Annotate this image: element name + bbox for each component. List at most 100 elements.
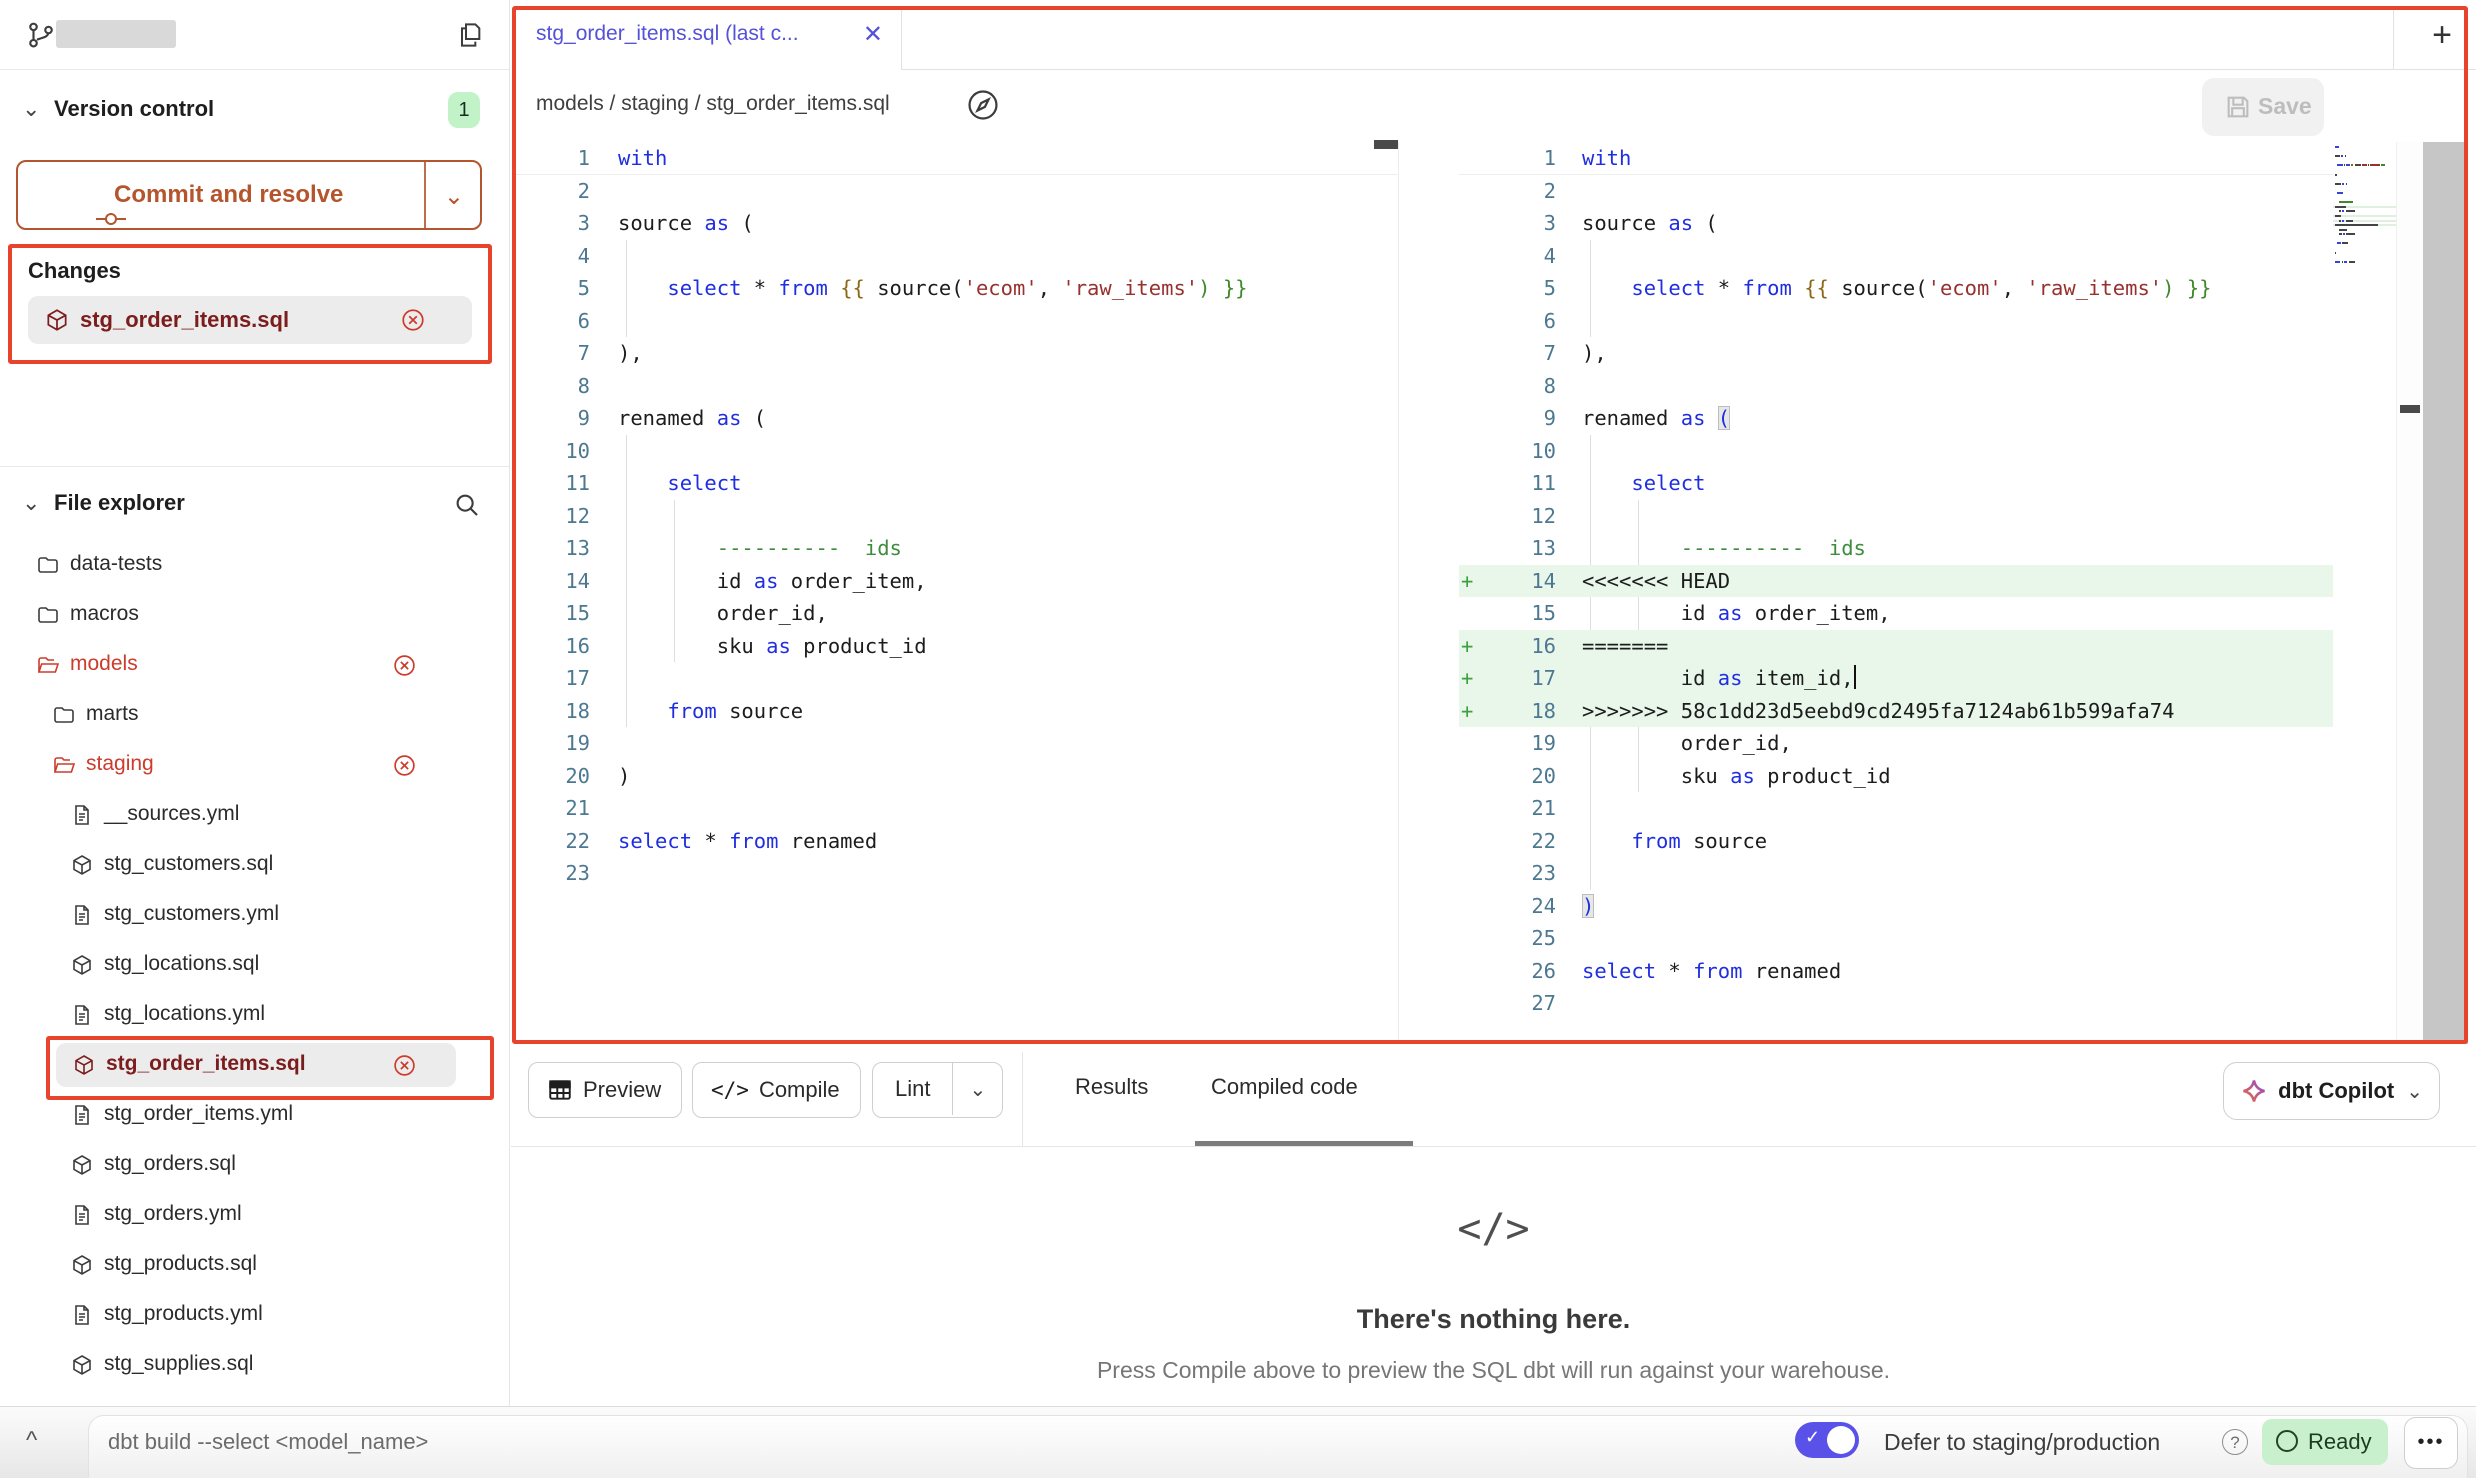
code-line[interactable]: 10 (512, 435, 1398, 468)
file-item--sources-yml[interactable]: __sources.yml (0, 790, 510, 840)
tab-stg-order-items[interactable]: stg_order_items.sql (last c... ✕ (512, 6, 902, 70)
left-pane-scrollbar-thumb[interactable] (1374, 140, 1398, 149)
chevron-down-icon[interactable]: ⌄ (444, 182, 464, 211)
file-item-stg-products-yml[interactable]: stg_products.yml (0, 1290, 510, 1340)
help-icon[interactable]: ? (2222, 1429, 2248, 1455)
code-line[interactable]: 6 (512, 305, 1398, 338)
code-line[interactable]: 17 (512, 662, 1398, 695)
code-line[interactable]: 22select * from renamed (512, 825, 1398, 858)
commit-and-resolve-button[interactable]: Commit and resolve ⌄ (16, 160, 482, 230)
code-line[interactable]: 19 order_id, (1459, 727, 2333, 760)
dbt-copilot-button[interactable]: dbt Copilot⌄ (2223, 1062, 2440, 1120)
changes-item-stg-order-items[interactable]: stg_order_items.sql (28, 296, 472, 344)
code-line[interactable]: 13 ---------- ids (1459, 532, 2333, 565)
code-line[interactable]: 21 (1459, 792, 2333, 825)
code-line[interactable]: 2 (512, 175, 1398, 208)
save-button[interactable]: Save (2202, 78, 2324, 136)
file-item-stg-orders-sql[interactable]: stg_orders.sql (0, 1140, 510, 1190)
code-line[interactable]: +14<<<<<<< HEAD (1459, 565, 2333, 598)
code-line[interactable]: 18 from source (512, 695, 1398, 728)
code-line[interactable]: 4 (1459, 240, 2333, 273)
diff-pane-right[interactable]: 1with23source as (45 select * from {{ so… (1459, 142, 2333, 1020)
code-line[interactable]: 15 order_id, (512, 597, 1398, 630)
tab-compiled-code[interactable]: Compiled code (1211, 1074, 1358, 1100)
code-line[interactable]: 2 (1459, 175, 2333, 208)
code-line[interactable]: +17 id as item_id, (1459, 662, 2333, 695)
discard-change-icon[interactable] (400, 307, 426, 333)
code-line[interactable]: 23 (1459, 857, 2333, 890)
code-line[interactable]: 16 sku as product_id (512, 630, 1398, 663)
code-line[interactable]: 21 (512, 792, 1398, 825)
file-item-stg-products-sql[interactable]: stg_products.sql (0, 1240, 510, 1290)
code-line[interactable]: 20 sku as product_id (1459, 760, 2333, 793)
file-explorer-header[interactable]: ⌄ File explorer (0, 482, 510, 530)
compile-button[interactable]: </>Compile (692, 1062, 861, 1118)
code-line[interactable]: 3source as ( (512, 207, 1398, 240)
preview-button[interactable]: Preview (528, 1062, 682, 1118)
file-item-stg-order-items-yml[interactable]: stg_order_items.yml (0, 1090, 510, 1140)
command-input[interactable]: dbt build --select <model_name> (108, 1429, 428, 1455)
code-line[interactable]: 10 (1459, 435, 2333, 468)
close-icon[interactable]: ✕ (863, 20, 883, 49)
diff-pane-left[interactable]: 1with23source as (45 select * from {{ so… (512, 142, 1398, 890)
file-item-stg-locations-yml[interactable]: stg_locations.yml (0, 990, 510, 1040)
file-item-macros[interactable]: macros (0, 590, 510, 640)
code-line[interactable]: 5 select * from {{ source('ecom', 'raw_i… (1459, 272, 2333, 305)
version-control-header[interactable]: ⌄ Version control (0, 86, 510, 134)
file-item-stg-customers-yml[interactable]: stg_customers.yml (0, 890, 510, 940)
lineage-compass-icon[interactable] (964, 86, 1002, 124)
code-line[interactable]: 25 (1459, 922, 2333, 955)
chevron-down-icon[interactable]: ⌄ (953, 1065, 1002, 1115)
code-line[interactable]: 11 select (1459, 467, 2333, 500)
defer-toggle[interactable]: ✓ (1795, 1422, 1859, 1458)
expand-panel-icon[interactable]: ^ (26, 1427, 37, 1455)
file-item-models[interactable]: models (0, 640, 510, 690)
code-line[interactable]: 8 (1459, 370, 2333, 403)
discard-change-icon[interactable] (392, 653, 417, 678)
code-line[interactable]: 12 (512, 500, 1398, 533)
editor-scrollbar[interactable] (2423, 142, 2468, 1044)
new-tab-button[interactable]: + (2432, 16, 2452, 55)
lint-button[interactable]: Lint (873, 1063, 952, 1115)
discard-change-icon[interactable] (392, 753, 417, 778)
code-line[interactable]: 15 id as order_item, (1459, 597, 2333, 630)
code-line[interactable]: 27 (1459, 987, 2333, 1020)
code-line[interactable]: 7), (1459, 337, 2333, 370)
code-line[interactable]: 1with (512, 142, 1398, 175)
file-item-stg-supplies-sql[interactable]: stg_supplies.sql (0, 1340, 510, 1390)
search-icon[interactable] (452, 490, 482, 520)
minimap[interactable] (2333, 146, 2396, 270)
file-item-stg-order-items-sql[interactable]: stg_order_items.sql (0, 1040, 510, 1090)
code-line[interactable]: 19 (512, 727, 1398, 760)
file-item-stg-locations-sql[interactable]: stg_locations.sql (0, 940, 510, 990)
code-line[interactable]: 9renamed as ( (1459, 402, 2333, 435)
more-options-button[interactable]: ••• (2404, 1417, 2458, 1469)
code-line[interactable]: 4 (512, 240, 1398, 273)
code-line[interactable]: 3source as ( (1459, 207, 2333, 240)
code-line[interactable]: +16======= (1459, 630, 2333, 663)
copy-icon[interactable] (454, 19, 486, 51)
file-item-stg-customers-sql[interactable]: stg_customers.sql (0, 840, 510, 890)
tab-results[interactable]: Results (1075, 1074, 1148, 1100)
code-line[interactable]: 8 (512, 370, 1398, 403)
code-line[interactable]: 1with (1459, 142, 2333, 175)
discard-change-icon[interactable] (392, 1053, 417, 1078)
status-badge[interactable]: Ready (2262, 1419, 2388, 1465)
code-line[interactable]: +18>>>>>>> 58c1dd23d5eebd9cd2495fa7124ab… (1459, 695, 2333, 728)
code-line[interactable]: 11 select (512, 467, 1398, 500)
code-line[interactable]: 24) (1459, 890, 2333, 923)
code-line[interactable]: 20) (512, 760, 1398, 793)
code-line[interactable]: 14 id as order_item, (512, 565, 1398, 598)
code-line[interactable]: 9renamed as ( (512, 402, 1398, 435)
code-line[interactable]: 22 from source (1459, 825, 2333, 858)
code-line[interactable]: 7), (512, 337, 1398, 370)
code-line[interactable]: 26select * from renamed (1459, 955, 2333, 988)
code-line[interactable]: 12 (1459, 500, 2333, 533)
file-item-staging[interactable]: staging (0, 740, 510, 790)
file-item-stg-orders-yml[interactable]: stg_orders.yml (0, 1190, 510, 1240)
code-line[interactable]: 5 select * from {{ source('ecom', 'raw_i… (512, 272, 1398, 305)
file-item-marts[interactable]: marts (0, 690, 510, 740)
code-line[interactable]: 6 (1459, 305, 2333, 338)
code-line[interactable]: 23 (512, 857, 1398, 890)
file-item-data-tests[interactable]: data-tests (0, 540, 510, 590)
